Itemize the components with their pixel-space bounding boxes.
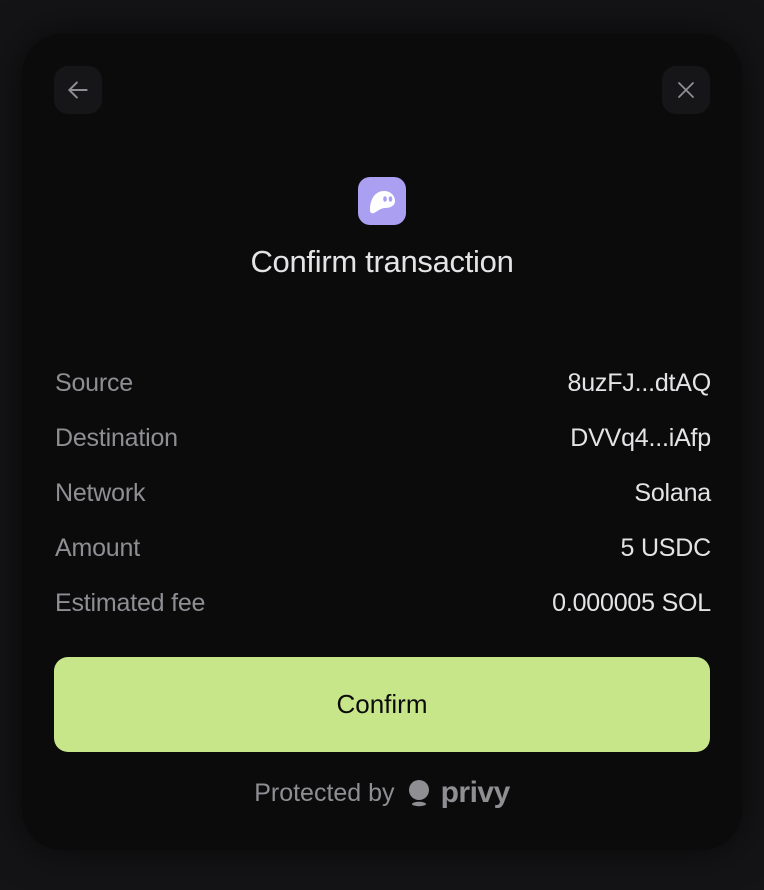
confirm-transaction-modal: Confirm transaction Source 8uzFJ...dtAQ … [22, 34, 742, 850]
detail-value: Solana [634, 479, 711, 507]
detail-label: Amount [55, 534, 140, 562]
detail-value: 5 USDC [620, 534, 712, 562]
detail-row-source: Source 8uzFJ...dtAQ [55, 356, 711, 411]
detail-row-amount: Amount 5 USDC [55, 521, 711, 576]
detail-label: Source [55, 369, 134, 397]
detail-value: DVVq4...iAfp [570, 424, 711, 452]
privy-brand[interactable]: privy [407, 776, 510, 810]
detail-value: 8uzFJ...dtAQ [567, 369, 712, 397]
transaction-details: Source 8uzFJ...dtAQ Destination DVVq4...… [55, 356, 711, 631]
protected-by-footer: Protected by privy [22, 776, 742, 810]
close-icon [678, 82, 694, 98]
phantom-ghost-icon [358, 177, 406, 225]
back-button[interactable] [54, 66, 102, 114]
detail-label: Estimated fee [55, 589, 206, 617]
modal-title: Confirm transaction [250, 244, 514, 279]
arrow-left-icon [68, 81, 88, 99]
detail-row-estimated-fee: Estimated fee 0.000005 SOL [55, 576, 711, 631]
privy-brand-name: privy [440, 776, 511, 809]
detail-value: 0.000005 SOL [552, 589, 711, 617]
detail-label: Network [55, 479, 146, 507]
detail-row-destination: Destination DVVq4...iAfp [55, 411, 711, 466]
privy-logo-icon [408, 780, 429, 807]
detail-label: Destination [55, 424, 178, 452]
detail-row-network: Network Solana [55, 466, 711, 521]
close-button[interactable] [662, 66, 710, 114]
protected-by-text: Protected by [254, 778, 395, 807]
confirm-button[interactable]: Confirm [54, 657, 710, 752]
